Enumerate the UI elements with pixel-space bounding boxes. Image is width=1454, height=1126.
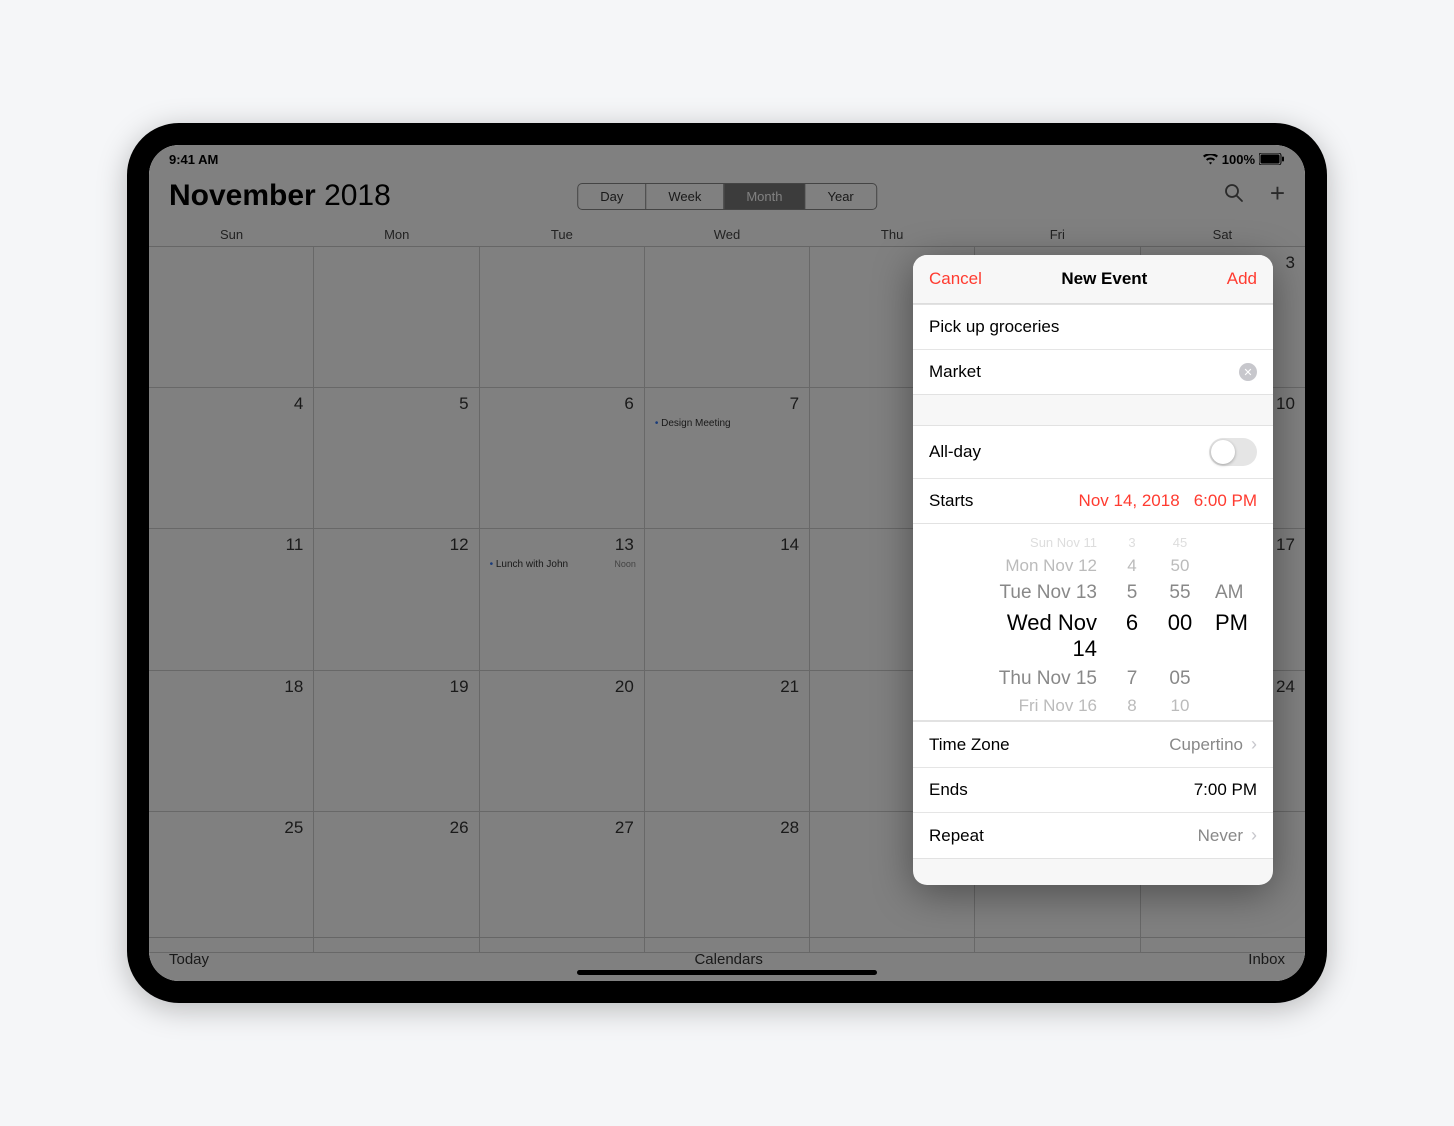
calendar-day[interactable]: 21	[645, 671, 810, 811]
picker-row[interactable]: Sun Nov 11345	[913, 532, 1273, 553]
picker-row[interactable]: Tue Nov 13555AM	[913, 579, 1273, 607]
picker-row[interactable]: Thu Nov 15705	[913, 665, 1273, 693]
popover-title: New Event	[1061, 269, 1147, 289]
ipad-frame: 9:41 AM 100% November 2018 DayWeekMonthY…	[127, 123, 1327, 1003]
calendar-day[interactable]: 7 Design Meeting	[645, 388, 810, 528]
calendars-button[interactable]: Calendars	[694, 951, 762, 968]
day-number: 21	[655, 677, 799, 697]
calendar-day[interactable]	[149, 247, 314, 387]
segment-day[interactable]: Day	[578, 184, 646, 209]
chevron-right-icon: ›	[1251, 734, 1257, 755]
add-button[interactable]: Add	[1227, 269, 1257, 289]
noon-label: Noon	[614, 559, 636, 569]
timezone-row[interactable]: Time Zone Cupertino ›	[913, 722, 1273, 768]
calendar-day[interactable]: 12	[314, 529, 479, 669]
calendar-day[interactable]: 20	[480, 671, 645, 811]
status-time: 9:41 AM	[169, 152, 218, 167]
day-number: 12	[324, 535, 468, 555]
calendar-day[interactable]: 5	[314, 388, 479, 528]
battery-icon	[1259, 153, 1285, 165]
day-number: 13	[490, 535, 634, 555]
picker-row[interactable]: Fri Nov 16810	[913, 693, 1273, 712]
calendar-day[interactable]	[314, 247, 479, 387]
calendar-day[interactable]: 14	[645, 529, 810, 669]
weekday-label: Fri	[975, 223, 1140, 246]
date-time-picker[interactable]: Sun Nov 11345Mon Nov 12450Tue Nov 13555A…	[913, 524, 1273, 721]
calendar-header: November 2018 DayWeekMonthYear +	[149, 169, 1305, 223]
ends-row[interactable]: Ends 7:00 PM	[913, 768, 1273, 813]
wifi-icon	[1203, 154, 1218, 165]
day-number: 27	[490, 818, 634, 838]
picker-row[interactable]: Mon Nov 12450	[913, 553, 1273, 579]
all-day-row: All-day	[913, 426, 1273, 479]
day-number: 5	[324, 394, 468, 414]
day-number: 19	[324, 677, 468, 697]
calendar-day[interactable]: 13 Lunch with JohnNoon	[480, 529, 645, 669]
calendar-day[interactable]: 19	[314, 671, 479, 811]
chevron-right-icon: ›	[1251, 825, 1257, 846]
calendar-day[interactable]: 27	[480, 812, 645, 952]
day-number: 11	[159, 535, 303, 555]
weekday-label: Thu	[810, 223, 975, 246]
weekday-label: Sat	[1140, 223, 1305, 246]
day-number: 26	[324, 818, 468, 838]
weekday-label: Mon	[314, 223, 479, 246]
weekday-label: Tue	[479, 223, 644, 246]
day-number: 6	[490, 394, 634, 414]
today-button[interactable]: Today	[169, 951, 209, 968]
segment-year[interactable]: Year	[805, 184, 875, 209]
calendar-day[interactable]	[645, 247, 810, 387]
repeat-row[interactable]: Repeat Never ›	[913, 813, 1273, 858]
weekday-label: Sun	[149, 223, 314, 246]
calendar-day[interactable]: 11	[149, 529, 314, 669]
day-number: 28	[655, 818, 799, 838]
day-number: 18	[159, 677, 303, 697]
segment-week[interactable]: Week	[646, 184, 724, 209]
calendar-day[interactable]: 28	[645, 812, 810, 952]
weekday-label: Wed	[644, 223, 809, 246]
weekday-header: SunMonTueWedThuFriSat	[149, 223, 1305, 247]
cancel-button[interactable]: Cancel	[929, 269, 982, 289]
calendar-event[interactable]: Design Meeting	[655, 418, 799, 429]
calendar-day[interactable]: 18	[149, 671, 314, 811]
all-day-toggle[interactable]	[1209, 438, 1257, 466]
day-number: 4	[159, 394, 303, 414]
home-indicator[interactable]	[577, 970, 877, 975]
calendar-day[interactable]: 26	[314, 812, 479, 952]
day-number: 7	[655, 394, 799, 414]
calendar-day[interactable]: 25	[149, 812, 314, 952]
search-icon[interactable]	[1224, 183, 1244, 209]
inbox-button[interactable]: Inbox	[1248, 951, 1285, 968]
calendar-day[interactable]: 4	[149, 388, 314, 528]
segment-month[interactable]: Month	[724, 184, 805, 209]
calendar-day[interactable]	[480, 247, 645, 387]
day-number: 25	[159, 818, 303, 838]
event-location-field[interactable]: Market ✕	[913, 350, 1273, 394]
status-bar: 9:41 AM 100%	[149, 145, 1305, 169]
calendar-day[interactable]: 6	[480, 388, 645, 528]
page-title: November 2018	[169, 179, 391, 213]
ipad-screen: 9:41 AM 100% November 2018 DayWeekMonthY…	[149, 145, 1305, 981]
calendar-event[interactable]: Lunch with John	[490, 559, 634, 570]
day-number: 14	[655, 535, 799, 555]
status-battery-text: 100%	[1222, 152, 1255, 167]
popover-arrow	[1231, 255, 1255, 257]
day-number: 20	[490, 677, 634, 697]
picker-row[interactable]: Wed Nov 14600PM	[913, 607, 1273, 665]
starts-row[interactable]: Starts Nov 14, 2018 6:00 PM	[913, 479, 1273, 523]
popover-header: Cancel New Event Add	[913, 255, 1273, 304]
event-title-field[interactable]: Pick up groceries	[913, 305, 1273, 350]
view-segmented-control[interactable]: DayWeekMonthYear	[577, 183, 877, 210]
clear-location-icon[interactable]: ✕	[1239, 363, 1257, 381]
new-event-popover: Cancel New Event Add Pick up groceries M…	[913, 255, 1273, 885]
add-event-icon[interactable]: +	[1270, 183, 1285, 209]
